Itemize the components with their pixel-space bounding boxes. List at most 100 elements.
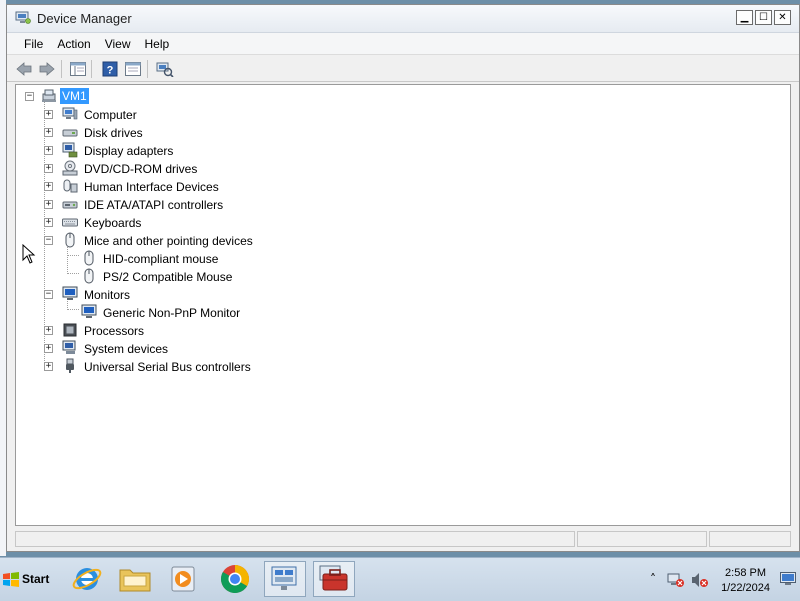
mouse-icon: [84, 268, 94, 284]
status-bar: [15, 529, 791, 549]
show-hide-console-tree-icon: [70, 62, 86, 76]
help-icon: ?: [102, 61, 118, 77]
tree-connector: [67, 255, 79, 256]
expand-icon[interactable]: +: [44, 164, 53, 173]
taskbar-media-player[interactable]: [162, 561, 204, 597]
collapse-icon[interactable]: −: [25, 92, 34, 101]
show-hidden-icons-icon[interactable]: ˄: [650, 572, 656, 586]
category-usb-controllers[interactable]: Universal Serial Bus controllers: [84, 359, 251, 375]
toolbox-icon: [319, 565, 348, 591]
close-icon: ✕: [778, 11, 787, 23]
menu-action[interactable]: Action: [50, 37, 97, 51]
monitor-icon: [62, 286, 78, 300]
monitor-icon: [81, 304, 97, 318]
category-human-interface-devices[interactable]: Human Interface Devices: [84, 179, 219, 195]
usb-icon: [66, 358, 74, 373]
disk-drive-icon: [62, 129, 78, 137]
expand-icon[interactable]: +: [44, 362, 53, 371]
tree-connector: [67, 244, 68, 274]
properties-icon: [125, 62, 141, 76]
file-explorer-icon: [119, 569, 151, 592]
maximize-button[interactable]: ☐: [755, 10, 772, 25]
close-button[interactable]: ✕: [774, 10, 791, 25]
status-pane: [577, 531, 707, 547]
menu-bar: File Action View Help: [7, 33, 799, 55]
back-button[interactable]: [15, 60, 33, 78]
category-keyboards[interactable]: Keyboards: [84, 215, 141, 231]
clock-date: 1/22/2024: [721, 582, 770, 594]
scan-hardware-button[interactable]: [156, 60, 174, 78]
taskbar-chrome[interactable]: [214, 561, 256, 597]
collapse-icon[interactable]: −: [44, 290, 53, 299]
mouse-icon: [65, 232, 75, 248]
expand-icon[interactable]: +: [44, 128, 53, 137]
show-hide-console-tree-button[interactable]: [69, 60, 87, 78]
mouse-cursor-icon: [22, 244, 36, 264]
volume-muted-icon[interactable]: [691, 572, 709, 588]
expand-icon[interactable]: +: [44, 182, 53, 191]
device-generic-monitor[interactable]: Generic Non-PnP Monitor: [103, 305, 240, 321]
tree-connector: [67, 273, 79, 274]
media-player-icon: [171, 566, 195, 592]
menu-file[interactable]: File: [17, 37, 50, 51]
display-adapter-icon: [62, 142, 78, 158]
taskbar-internet-explorer[interactable]: [66, 561, 108, 597]
properties-button[interactable]: [124, 60, 142, 78]
expand-icon[interactable]: +: [44, 218, 53, 227]
system-devices-icon: [62, 340, 76, 354]
network-disconnected-icon[interactable]: [667, 572, 685, 588]
tree-connector: [67, 309, 79, 310]
menu-help[interactable]: Help: [138, 37, 177, 51]
category-computer[interactable]: Computer: [84, 107, 137, 123]
toolbar-separator: [61, 60, 62, 78]
server-manager-icon: [271, 566, 297, 590]
category-display-adapters[interactable]: Display adapters: [84, 143, 173, 159]
svg-text:?: ?: [107, 65, 114, 77]
ide-controller-icon: [62, 201, 78, 209]
expand-icon[interactable]: +: [44, 146, 53, 155]
help-button[interactable]: ?: [101, 60, 119, 78]
processor-icon: [63, 323, 77, 337]
device-tree[interactable]: − VM1 + Computer + Disk drives + Display…: [15, 84, 791, 526]
category-monitors[interactable]: Monitors: [84, 287, 130, 303]
windows-logo-icon: [3, 572, 19, 587]
forward-button[interactable]: [38, 60, 56, 78]
category-dvd-drives[interactable]: DVD/CD-ROM drives: [84, 161, 197, 177]
scan-hardware-icon: [156, 62, 174, 77]
device-ps2-mouse[interactable]: PS/2 Compatible Mouse: [103, 269, 232, 285]
tray-clock[interactable]: 2:58 PM 1/22/2024: [721, 566, 770, 596]
hid-icon: [63, 179, 78, 193]
expand-icon[interactable]: +: [44, 200, 53, 209]
taskbar: Start ˄ 2:58 PM 1/22/2024: [0, 557, 800, 601]
forward-icon: [39, 62, 55, 76]
status-pane: [15, 531, 575, 547]
device-manager-icon: [15, 11, 31, 24]
keyboard-icon: [62, 218, 78, 227]
menu-view[interactable]: View: [98, 37, 138, 51]
toolbar-separator: [147, 60, 148, 78]
tree-root-label[interactable]: VM1: [60, 88, 89, 104]
device-hid-compliant-mouse[interactable]: HID-compliant mouse: [103, 251, 218, 267]
expand-icon[interactable]: +: [44, 344, 53, 353]
taskbar-device-manager[interactable]: [313, 561, 355, 597]
notification-icon[interactable]: [780, 572, 796, 586]
minimize-button[interactable]: ▁: [736, 10, 753, 25]
system-tray: ˄ 2:58 PM 1/22/2024: [645, 560, 800, 600]
taskbar-file-explorer[interactable]: [114, 561, 156, 597]
computer-root-icon: [42, 89, 56, 102]
start-button[interactable]: Start: [2, 564, 52, 594]
category-ide-controllers[interactable]: IDE ATA/ATAPI controllers: [84, 197, 223, 213]
title-bar[interactable]: Device Manager ▁ ☐ ✕: [7, 5, 799, 33]
toolbar: ?: [7, 56, 799, 82]
back-icon: [16, 62, 32, 76]
taskbar-server-manager[interactable]: [264, 561, 306, 597]
category-mice[interactable]: Mice and other pointing devices: [84, 233, 253, 249]
collapse-icon[interactable]: −: [44, 236, 53, 245]
category-processors[interactable]: Processors: [84, 323, 144, 339]
minimize-icon: ▁: [740, 11, 749, 23]
category-system-devices[interactable]: System devices: [84, 341, 168, 357]
expand-icon[interactable]: +: [44, 326, 53, 335]
category-disk-drives[interactable]: Disk drives: [84, 125, 143, 141]
toolbar-separator: [91, 60, 92, 78]
expand-icon[interactable]: +: [44, 110, 53, 119]
